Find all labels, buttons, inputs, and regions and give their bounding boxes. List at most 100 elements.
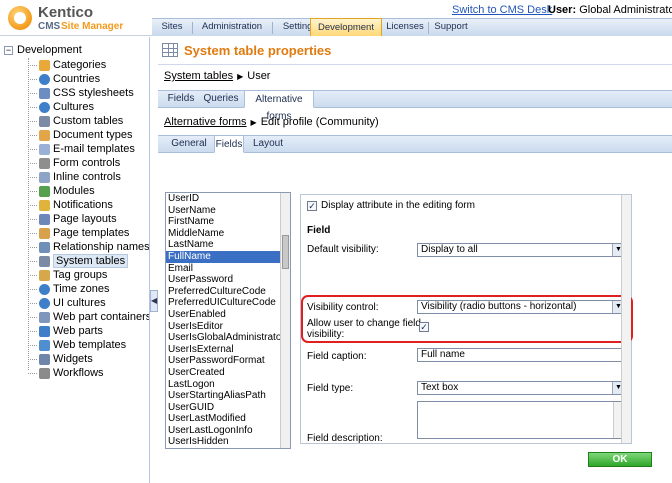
tree-item-notifications[interactable]: Notifications [28, 198, 113, 212]
breadcrumb-arrow-icon: ▶ [250, 118, 257, 127]
field-list-item[interactable]: FullName [166, 250, 290, 263]
field-list-item[interactable]: LastName [166, 239, 290, 251]
field-list-item[interactable]: Email [166, 263, 290, 275]
field-list-scrollbar[interactable] [280, 193, 290, 448]
tree-item-countries[interactable]: Countries [28, 72, 100, 86]
field-list-item[interactable]: UserGUID [166, 402, 290, 414]
field-list-item[interactable]: UserLastModified [166, 413, 290, 425]
field-list-item[interactable]: UserEnabled [166, 309, 290, 321]
default-visibility-select[interactable]: Display to all ▼ [417, 243, 625, 257]
tree-connector [28, 372, 37, 374]
tree-item-label: Time zones [53, 283, 110, 295]
field-list-item[interactable]: FirstName [166, 216, 290, 228]
tree-item-document-types[interactable]: Document types [28, 128, 132, 142]
tree-item-web-templates[interactable]: Web templates [28, 338, 126, 352]
tree-item-web-part-containers[interactable]: Web part containers [28, 310, 149, 324]
tree-item-inline-controls[interactable]: Inline controls [28, 170, 121, 184]
allow-change-visibility-label-line2: visibility: [307, 329, 345, 340]
tree-item-web-parts[interactable]: Web parts [28, 324, 103, 338]
breadcrumb-link-system-tables[interactable]: System tables [164, 70, 233, 82]
tree-item-label: Categories [53, 59, 107, 71]
topnav-sites[interactable]: Sites [154, 19, 190, 36]
ok-button[interactable]: OK [588, 452, 652, 467]
tab-general[interactable]: General [168, 136, 210, 152]
tree-item-cultures[interactable]: Cultures [28, 100, 94, 114]
breadcrumb-system-tables: System tables ▶ User [164, 69, 270, 83]
tree-item-form-controls[interactable]: Form controls [28, 156, 120, 170]
collapse-panel-handle[interactable]: ◀ [150, 290, 158, 312]
tree-root-development[interactable]: − Development [4, 43, 82, 57]
visibility-control-select[interactable]: Visibility (radio buttons - horizontal) … [417, 300, 625, 314]
tree-connector [28, 176, 37, 178]
switch-to-cms-desk-link[interactable]: Switch to CMS Desk [452, 4, 552, 16]
globe-icon [39, 101, 50, 113]
development-tree: − Development Categories Countries CSS styl… [0, 37, 150, 483]
tree-item-tag-groups[interactable]: Tag groups [28, 268, 107, 282]
field-list-item[interactable]: UserLastLogonInfo [166, 425, 290, 437]
field-list-item[interactable]: UserIsHidden [166, 436, 290, 448]
field-type-label: Field type: [307, 383, 354, 394]
display-attribute-label: Display attribute in the editing form [321, 200, 475, 211]
collapse-toggle-icon[interactable]: − [4, 45, 13, 55]
tab-fields[interactable]: Fields [164, 91, 198, 107]
tab-form-fields[interactable]: Fields [214, 135, 244, 153]
tree-item-label: Workflows [53, 367, 104, 379]
tree-connector [28, 316, 37, 318]
tree-item-page-templates[interactable]: Page templates [28, 226, 129, 240]
globe-icon [39, 283, 50, 295]
scrollbar-thumb[interactable] [282, 235, 289, 269]
allow-change-visibility-checkbox[interactable]: ✓ [419, 322, 429, 332]
field-list-item[interactable]: LastLogon [166, 379, 290, 391]
field-list-item[interactable]: MiddleName [166, 228, 290, 240]
field-list-item[interactable]: UserID [166, 193, 290, 205]
layout-icon [39, 213, 50, 225]
tree-item-page-layouts[interactable]: Page layouts [28, 212, 117, 226]
field-list-item[interactable]: UserIsExternal [166, 344, 290, 356]
tree-item-ui-cultures[interactable]: UI cultures [28, 296, 106, 310]
field-description-textarea[interactable] [417, 401, 625, 439]
properties-scrollbar[interactable] [621, 195, 631, 443]
topnav-separator [192, 22, 193, 34]
tree-item-categories[interactable]: Categories [28, 58, 106, 72]
tree-item-relationship-names[interactable]: Relationship names [28, 240, 150, 254]
topnav-separator [428, 22, 429, 34]
tree-item-custom-tables[interactable]: Custom tables [28, 114, 123, 128]
tree-item-e-mail-templates[interactable]: E-mail templates [28, 142, 135, 156]
topnav-support[interactable]: Support [430, 19, 472, 36]
field-list-item[interactable]: UserPassword [166, 274, 290, 286]
tree-item-system-tables[interactable]: System tables [28, 254, 129, 268]
tab-queries[interactable]: Queries [200, 91, 242, 107]
tree-item-label: Relationship names [53, 241, 150, 253]
topnav-administration[interactable]: Administration [194, 19, 270, 36]
field-list-item[interactable]: PreferredUICultureCode [166, 297, 290, 309]
tree-connector [28, 358, 37, 360]
field-list-item[interactable]: UserIsGlobalAdministrator [166, 332, 290, 344]
field-caption-label: Field caption: [307, 351, 367, 362]
tab-layout[interactable]: Layout [248, 136, 288, 152]
tree-item-modules[interactable]: Modules [28, 184, 95, 198]
field-list-item[interactable]: UserVisibility [166, 448, 290, 449]
topnav-licenses[interactable]: Licenses [385, 19, 425, 36]
tree-item-css-stylesheets[interactable]: CSS stylesheets [28, 86, 134, 100]
display-attribute-checkbox[interactable]: ✓ [307, 201, 317, 211]
system-table-icon [162, 43, 178, 57]
field-list-item[interactable]: UserCreated [166, 367, 290, 379]
field-list-item[interactable]: PreferredCultureCode [166, 286, 290, 298]
css-icon [39, 87, 50, 99]
field-caption-input[interactable]: Full name [417, 348, 625, 362]
tab-alternative-forms[interactable]: Alternative forms [244, 90, 314, 122]
globe-icon [39, 73, 50, 85]
field-list-item[interactable]: UserIsEditor [166, 321, 290, 333]
breadcrumb-link-alternative-forms[interactable]: Alternative forms [164, 116, 247, 128]
kentico-logo[interactable]: Kentico CMS Site Manager [8, 2, 158, 34]
tree-item-workflows[interactable]: Workflows [28, 366, 104, 380]
field-type-value: Text box [421, 382, 459, 393]
field-list[interactable]: UserID UserName FirstName MiddleName LastNam… [165, 192, 291, 449]
field-list-item[interactable]: UserName [166, 205, 290, 217]
field-list-item[interactable]: UserPasswordFormat [166, 355, 290, 367]
topnav-development[interactable]: Development [310, 18, 382, 36]
tree-item-time-zones[interactable]: Time zones [28, 282, 109, 296]
field-list-item[interactable]: UserStartingAliasPath [166, 390, 290, 402]
field-type-select[interactable]: Text box ▼ [417, 381, 625, 395]
tree-item-widgets[interactable]: Widgets [28, 352, 93, 366]
